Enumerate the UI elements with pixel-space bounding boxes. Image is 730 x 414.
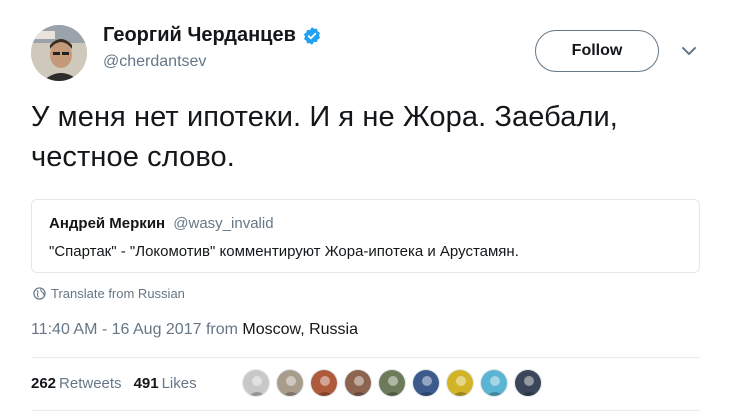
- author-name-row[interactable]: Георгий Черданцев: [103, 24, 322, 47]
- tweet-timestamp: 11:40 AM - 16 Aug 2017 from Moscow, Russ…: [31, 321, 358, 339]
- author-avatar[interactable]: [31, 25, 87, 81]
- liker-avatar-8-icon[interactable]: [480, 369, 508, 397]
- divider-top: [31, 357, 700, 358]
- likes-count: 491: [133, 375, 159, 392]
- retweets-label: Retweets: [59, 375, 122, 392]
- verified-badge-icon: [303, 26, 320, 45]
- liker-avatar-6-icon[interactable]: [412, 369, 440, 397]
- liker-avatar-2-icon[interactable]: [276, 369, 304, 397]
- quoted-tweet[interactable]: Андрей Меркин @wasy_invalid "Спартак" - …: [31, 199, 700, 273]
- quoted-tweet-name: Андрей Меркин: [49, 215, 166, 232]
- quoted-tweet-author: Андрей Меркин @wasy_invalid: [49, 215, 274, 232]
- profile-photo-icon: [31, 25, 87, 81]
- likes-label: Likes: [161, 375, 197, 392]
- timestamp-time[interactable]: 11:40 AM - 16 Aug 2017 from: [31, 321, 242, 338]
- liker-avatar-5-icon[interactable]: [378, 369, 406, 397]
- quoted-tweet-text: "Спартак" - "Локомотив" комментируют Жор…: [49, 243, 519, 260]
- liker-avatar-7-icon[interactable]: [446, 369, 474, 397]
- author-handle[interactable]: @cherdantsev: [103, 53, 206, 71]
- quoted-tweet-handle: @wasy_invalid: [173, 215, 274, 232]
- author-name[interactable]: Георгий Черданцев: [103, 24, 296, 47]
- retweets-count: 262: [31, 375, 57, 392]
- globe-icon: [33, 287, 46, 300]
- retweets-stat[interactable]: 262 Retweets: [31, 375, 122, 392]
- tweet-stats: 262 Retweets 491 Likes: [31, 375, 197, 392]
- liker-avatars: [242, 369, 548, 397]
- liker-avatar-3-icon[interactable]: [310, 369, 338, 397]
- chevron-down-icon[interactable]: [680, 42, 698, 60]
- liker-avatar-9-icon[interactable]: [514, 369, 542, 397]
- tweet-text: У меня нет ипотеки. И я не Жора. Заебали…: [31, 101, 618, 173]
- follow-button[interactable]: Follow: [535, 30, 659, 72]
- liker-avatar-4-icon[interactable]: [344, 369, 372, 397]
- translate-label[interactable]: Translate from Russian: [51, 286, 185, 301]
- translate-link[interactable]: Translate from Russian: [33, 286, 185, 301]
- liker-avatar-1-icon[interactable]: [242, 369, 270, 397]
- divider-bottom: [31, 410, 700, 411]
- timestamp-location[interactable]: Moscow, Russia: [242, 321, 358, 338]
- likes-stat[interactable]: 491 Likes: [134, 375, 197, 392]
